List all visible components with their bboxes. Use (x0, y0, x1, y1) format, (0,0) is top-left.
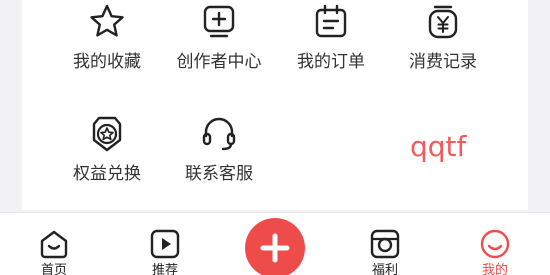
home-icon (37, 227, 71, 261)
menu-item-creator-center[interactable]: 创作者中心 (164, 2, 274, 72)
star-icon (87, 2, 127, 42)
tab-recommend[interactable]: 推荐 (125, 227, 205, 275)
menu-item-label: 联系客服 (185, 164, 253, 184)
plus-icon (245, 218, 305, 275)
tab-home[interactable]: 首页 (14, 227, 94, 275)
watermark-text: qqtf (410, 130, 467, 163)
menu-item-label: 消费记录 (409, 52, 477, 72)
camera-gift-icon (368, 227, 402, 261)
play-icon (148, 227, 182, 261)
add-button[interactable] (245, 218, 305, 275)
menu-item-favorites[interactable]: 我的收藏 (52, 2, 162, 72)
headset-icon (199, 114, 239, 154)
tab-welfare[interactable]: 福利 (345, 227, 425, 275)
order-calendar-icon (311, 2, 351, 42)
yen-jar-icon (423, 2, 463, 42)
services-card: 我的收藏 创作者中心 我的订单 消费记录 权益兑换 联系客服 qqtf (22, 0, 528, 210)
menu-item-my-orders[interactable]: 我的订单 (276, 2, 386, 72)
menu-item-label: 权益兑换 (73, 164, 141, 184)
menu-item-label: 我的订单 (297, 52, 365, 72)
creator-plus-icon (199, 2, 239, 42)
tab-label: 推荐 (151, 263, 178, 275)
tab-label: 首页 (40, 263, 67, 275)
menu-item-label: 我的收藏 (73, 52, 141, 72)
tab-mine[interactable]: 我的 (455, 227, 535, 275)
menu-item-contact-service[interactable]: 联系客服 (164, 114, 274, 184)
menu-item-spending-records[interactable]: 消费记录 (388, 2, 498, 72)
badge-star-icon (87, 114, 127, 154)
tab-label: 福利 (371, 263, 398, 275)
smile-face-icon (478, 227, 512, 261)
tab-label: 我的 (481, 263, 508, 275)
menu-item-label: 创作者中心 (176, 52, 262, 72)
menu-item-rights-exchange[interactable]: 权益兑换 (52, 114, 162, 184)
